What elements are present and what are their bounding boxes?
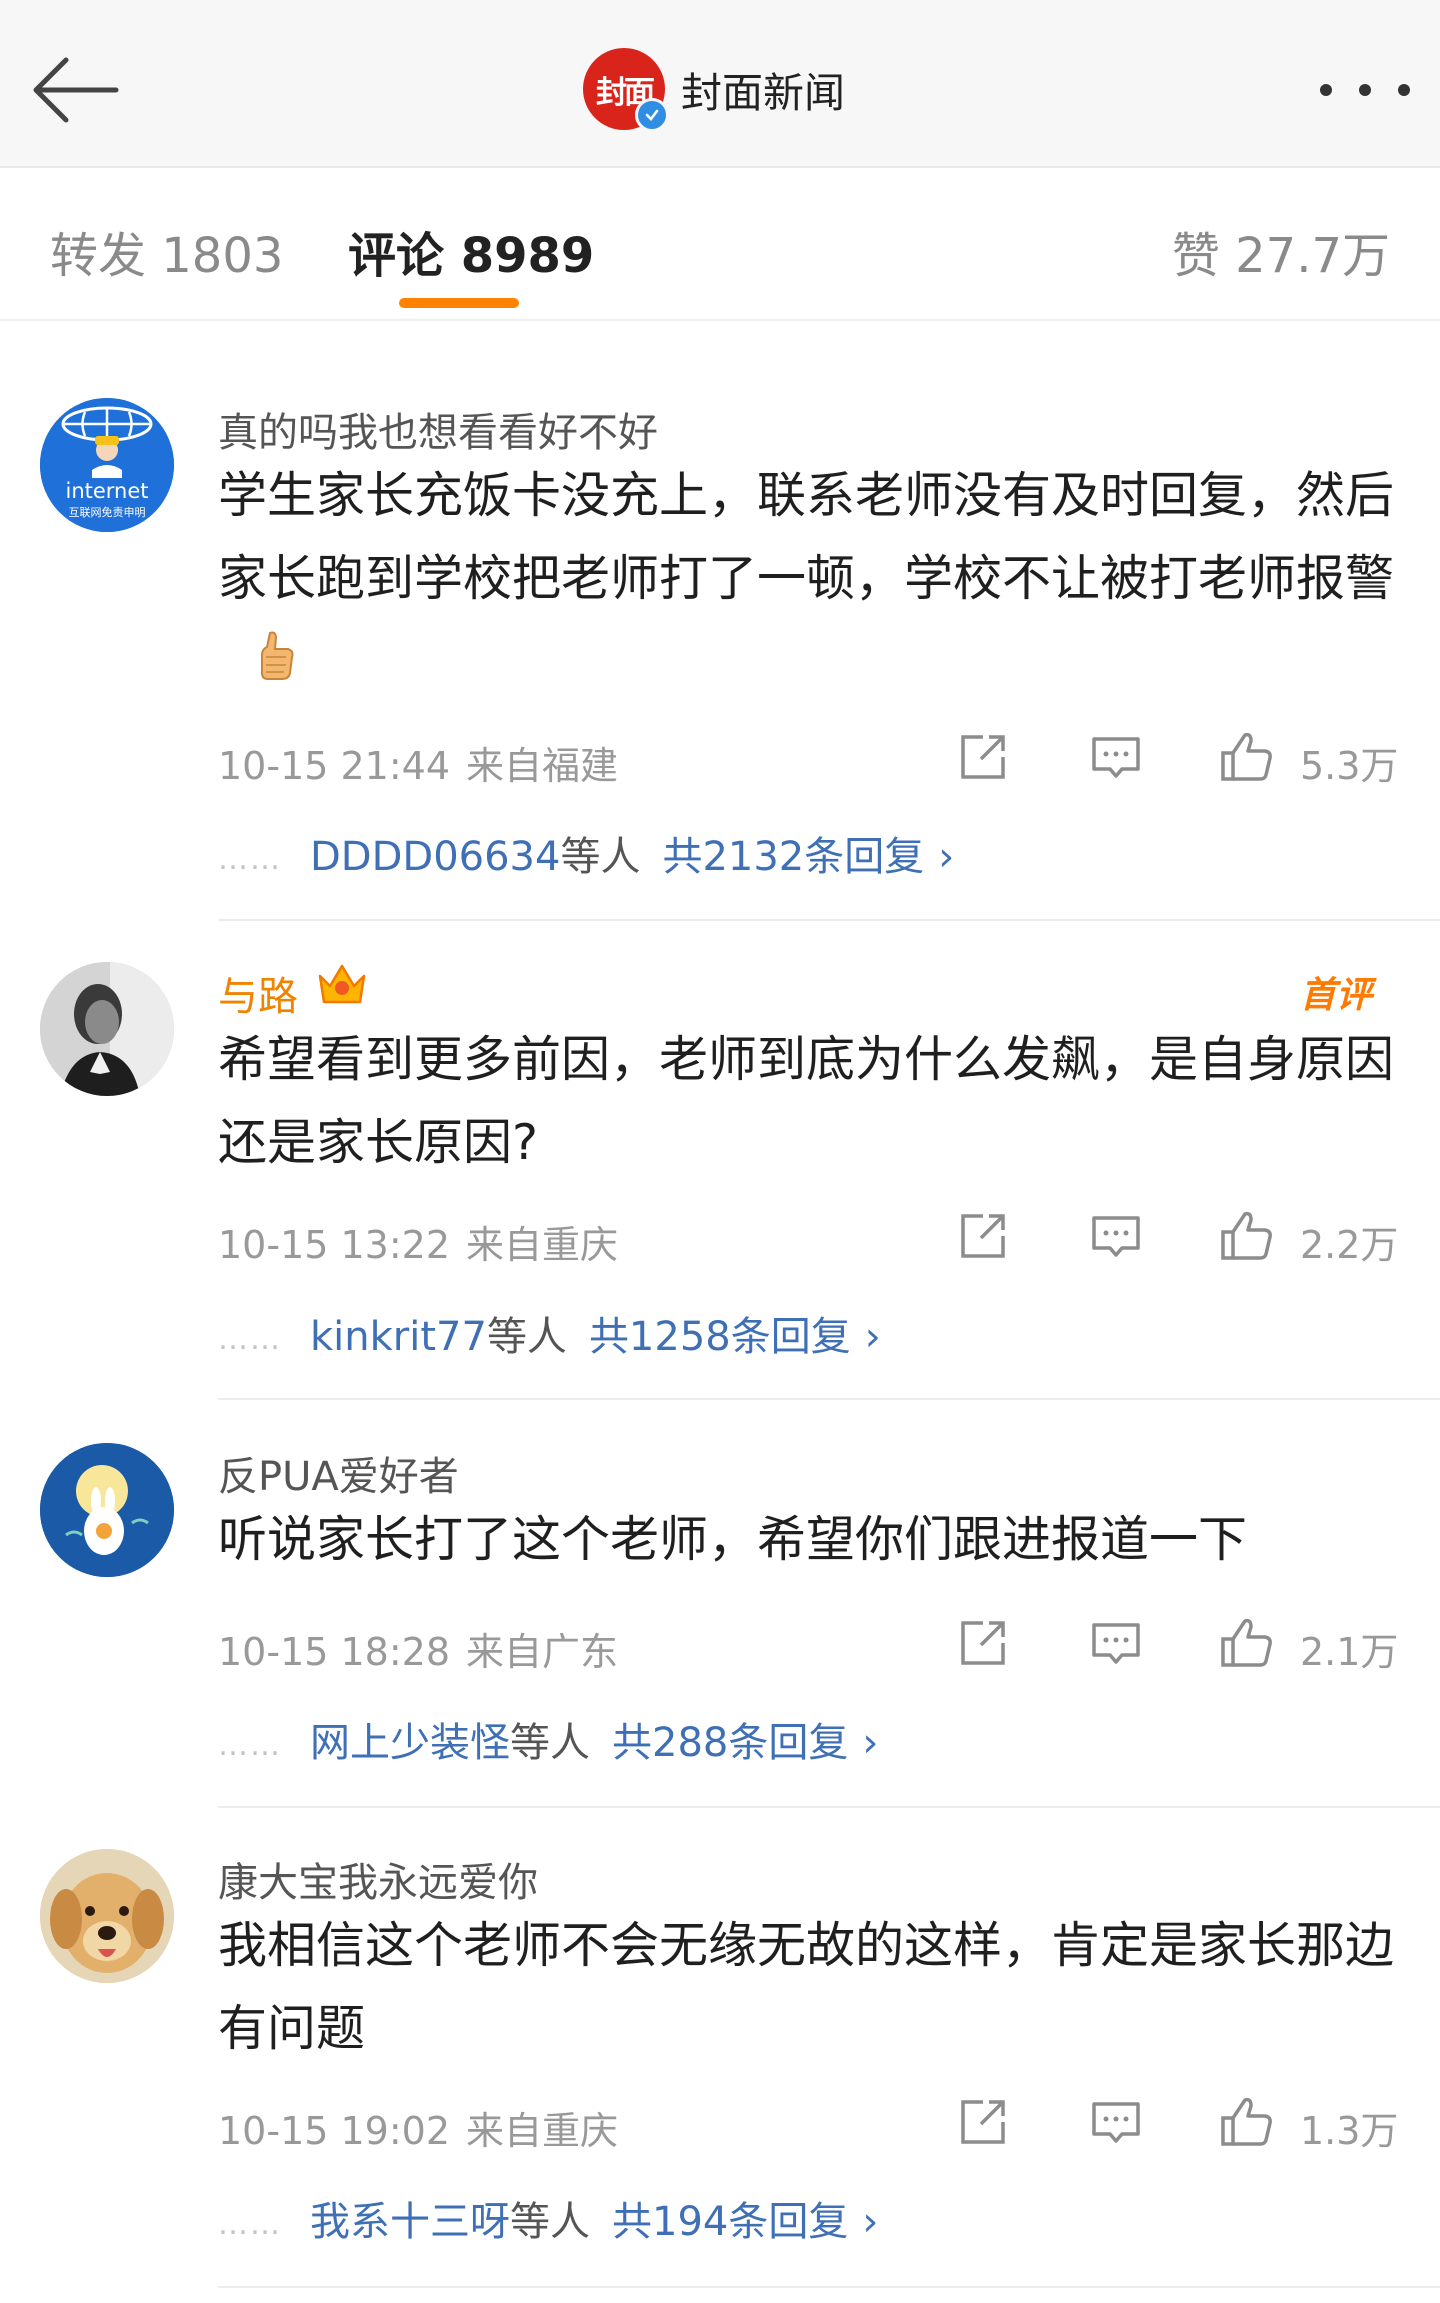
comment-time: 10-15 18:28 — [218, 1630, 451, 1674]
chevron-right-icon: › — [862, 1720, 879, 1766]
comment-divider — [218, 1398, 1440, 1400]
reply-users[interactable]: 网上少装怪 — [310, 1720, 510, 1766]
svg-text:互联网免责申明: 互联网免责申明 — [69, 505, 146, 519]
comment-location: 来自重庆 — [466, 2109, 619, 2153]
dog-avatar-icon — [40, 1849, 174, 1983]
user-avatar[interactable] — [40, 1849, 174, 1983]
comment-location: 来自福建 — [466, 744, 619, 788]
reply-users[interactable]: kinkrit77 — [310, 1314, 487, 1360]
more-options-icon[interactable] — [1320, 78, 1410, 102]
share-icon[interactable] — [953, 2092, 1013, 2152]
comment-meta: 10-15 19:02 来自重庆 — [218, 2100, 618, 2155]
like-count: 5.3万 — [1300, 744, 1399, 788]
active-tab-indicator — [399, 298, 519, 308]
reply-total[interactable]: 共194条回复 — [612, 2199, 848, 2245]
user-avatar[interactable] — [40, 962, 174, 1096]
comment-time: 10-15 19:02 — [218, 2109, 451, 2153]
user-avatar[interactable] — [40, 1443, 174, 1577]
account-header[interactable]: 封面 封面新闻 — [583, 47, 845, 132]
svg-text:internet: internet — [65, 479, 148, 503]
tab-likes[interactable]: 赞 27.7万 — [1172, 216, 1390, 286]
account-name: 封面新闻 — [681, 69, 845, 117]
reply-icon[interactable] — [1086, 1613, 1146, 1673]
comment-divider — [218, 1806, 1440, 1808]
portrait-avatar-icon — [40, 962, 174, 1096]
comment-meta: 10-15 21:44 来自福建 — [218, 735, 618, 790]
tab-reposts[interactable]: 转发 1803 — [50, 216, 283, 286]
reply-users[interactable]: 我系十三呀 — [310, 2199, 510, 2245]
replies-link[interactable]: …… DDDD06634等人 共2132条回复 › — [218, 824, 954, 882]
comment-username[interactable]: 真的吗我也想看看好不好 — [218, 400, 658, 458]
like-count: 2.1万 — [1300, 1630, 1399, 1674]
like-icon[interactable] — [1217, 727, 1277, 787]
user-avatar[interactable]: internet 互联网免责申明 — [40, 398, 174, 532]
verified-badge-icon — [635, 98, 669, 132]
comment-divider — [218, 919, 1440, 921]
comment-username[interactable]: 康大宝我永远爱你 — [218, 1850, 538, 1908]
share-icon[interactable] — [953, 727, 1013, 787]
back-arrow-icon — [33, 57, 119, 123]
comment-location: 来自重庆 — [466, 1223, 619, 1267]
vip-crown-icon — [316, 960, 368, 1006]
reply-total[interactable]: 共288条回复 — [612, 1720, 848, 1766]
tab-bar: 转发 1803 评论 8989 赞 27.7万 — [0, 168, 1440, 321]
reply-total[interactable]: 共2132条回复 — [662, 834, 924, 880]
reply-users[interactable]: DDDD06634 — [310, 834, 560, 880]
comment-username[interactable]: 与路 — [218, 964, 298, 1022]
reply-icon[interactable] — [1086, 727, 1146, 787]
comment-time: 10-15 13:22 — [218, 1223, 451, 1267]
share-icon[interactable] — [953, 1613, 1013, 1673]
share-icon[interactable] — [953, 1206, 1013, 1266]
replies-link[interactable]: …… kinkrit77等人 共1258条回复 › — [218, 1304, 881, 1362]
top-nav-bar: 封面 封面新闻 — [0, 0, 1440, 168]
chevron-right-icon: › — [938, 834, 955, 880]
like-icon[interactable] — [1217, 2092, 1277, 2152]
like-count: 1.3万 — [1300, 2109, 1399, 2153]
reply-icon[interactable] — [1086, 2092, 1146, 2152]
globe-avatar-icon: internet 互联网免责申明 — [40, 398, 174, 532]
comment-text: 希望看到更多前因，老师到底为什么发飙，是自身原因还是家长原因? — [218, 1031, 1395, 1171]
comment-meta: 10-15 13:22 来自重庆 — [218, 1214, 618, 1269]
comment-body: 学生家长充饭卡没充上，联系老师没有及时回复，然后家长跑到学校把老师打了一顿，学校… — [218, 467, 1395, 607]
back-button[interactable] — [28, 40, 128, 140]
like-icon[interactable] — [1217, 1613, 1277, 1673]
tab-comments[interactable]: 评论 8989 — [348, 216, 594, 286]
comment-text: 听说家长打了这个老师，希望你们跟进报道一下 — [218, 1511, 1248, 1568]
chevron-right-icon: › — [864, 1314, 881, 1360]
reply-icon[interactable] — [1086, 1206, 1146, 1266]
comment-divider — [218, 2286, 1440, 2288]
comment-username[interactable]: 反PUA爱好者 — [218, 1444, 459, 1502]
like-icon[interactable] — [1217, 1206, 1277, 1266]
reply-total[interactable]: 共1258条回复 — [589, 1314, 851, 1360]
replies-link[interactable]: …… 我系十三呀等人 共194条回复 › — [218, 2189, 878, 2247]
chevron-right-icon: › — [862, 2199, 879, 2245]
comment-text: 我相信这个老师不会无缘无故的这样，肯定是家长那边有问题 — [218, 1917, 1395, 2057]
thumbs-up-emoji-icon — [256, 623, 296, 706]
comment-time: 10-15 21:44 — [218, 744, 451, 788]
comment-meta: 10-15 18:28 来自广东 — [218, 1621, 618, 1676]
first-comment-badge: 首评 — [1300, 975, 1373, 1016]
account-logo: 封面 — [583, 48, 669, 132]
replies-link[interactable]: …… 网上少装怪等人 共288条回复 › — [218, 1710, 878, 1768]
rabbit-moon-avatar-icon — [40, 1443, 174, 1577]
comment-text: 学生家长充饭卡没充上，联系老师没有及时回复，然后家长跑到学校把老师打了一顿，学校… — [218, 454, 1403, 706]
comment-location: 来自广东 — [466, 1630, 619, 1674]
like-count: 2.2万 — [1300, 1223, 1399, 1267]
